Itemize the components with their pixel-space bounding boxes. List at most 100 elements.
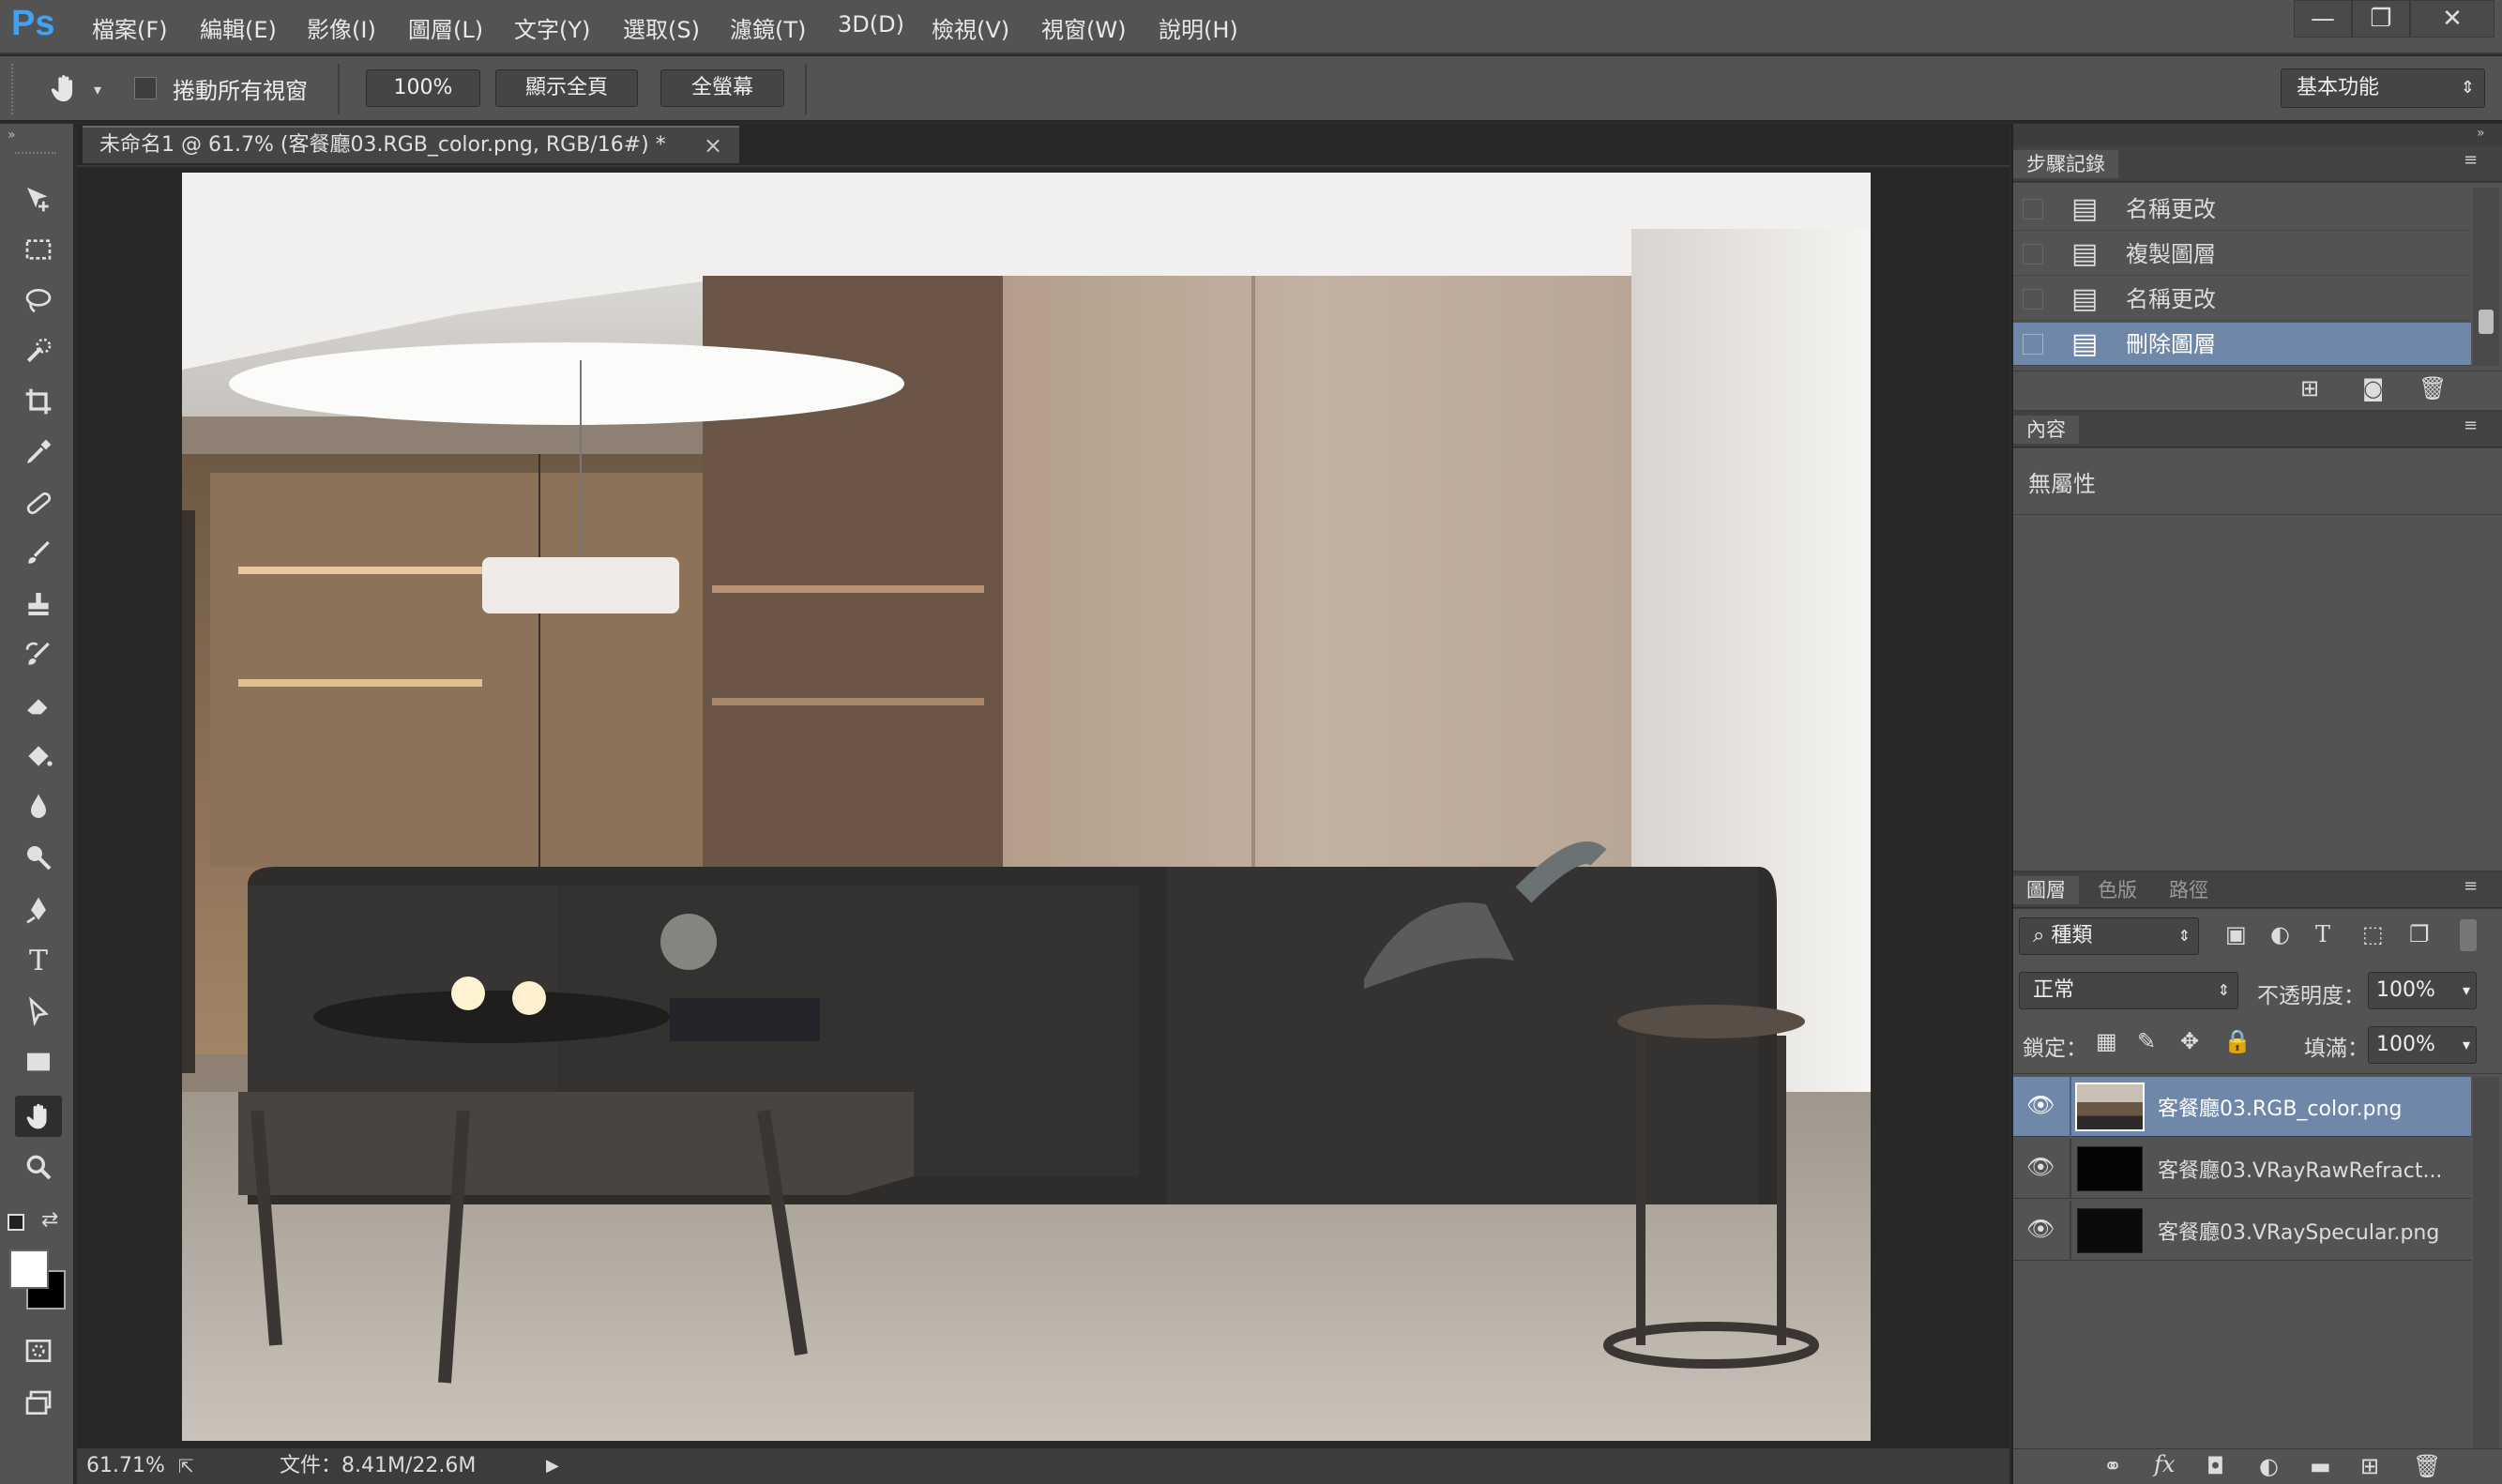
visibility-eye-icon[interactable]: 👁 xyxy=(2026,1154,2055,1180)
link-layers-icon[interactable]: ⚭ xyxy=(2103,1453,2122,1479)
path-selection-tool-icon[interactable] xyxy=(15,991,62,1032)
filter-shape-icon[interactable]: ⬚ xyxy=(2362,921,2384,947)
tab-properties[interactable]: 內容 xyxy=(2013,416,2079,444)
foreground-color-swatch[interactable] xyxy=(9,1249,49,1289)
history-brush-source[interactable] xyxy=(2023,199,2043,220)
blur-tool-icon[interactable] xyxy=(15,786,62,827)
fill-screen-button[interactable]: 全螢幕 xyxy=(660,69,784,107)
hand-tool-icon[interactable] xyxy=(15,1096,62,1137)
history-brush-source[interactable] xyxy=(2023,334,2043,355)
menu-layer[interactable]: 圖層(L) xyxy=(408,11,483,44)
minimize-button[interactable]: — xyxy=(2294,0,2352,38)
filter-toggle-switch[interactable] xyxy=(2460,919,2477,951)
tab-channels[interactable]: 色版 xyxy=(2085,876,2150,904)
layer-name[interactable]: 客餐廳03.VRaySpecular.png xyxy=(2158,1216,2439,1246)
clone-stamp-tool-icon[interactable] xyxy=(15,583,62,625)
layer-row[interactable]: 👁 客餐廳03.VRayRawRefract... xyxy=(2013,1139,2471,1199)
tab-paths[interactable]: 路徑 xyxy=(2156,876,2221,904)
lock-position-icon[interactable]: ✥ xyxy=(2180,1028,2199,1054)
document-canvas[interactable] xyxy=(182,173,1871,1441)
layer-name[interactable]: 客餐廳03.RGB_color.png xyxy=(2158,1092,2402,1122)
lock-transparent-pixels-icon[interactable]: ▦ xyxy=(2096,1028,2117,1054)
move-tool-icon[interactable] xyxy=(15,178,62,220)
menu-select[interactable]: 選取(S) xyxy=(623,11,700,44)
history-brush-source[interactable] xyxy=(2023,289,2043,310)
filter-adjustment-icon[interactable]: ◐ xyxy=(2270,921,2290,947)
default-colors-icon[interactable] xyxy=(8,1214,24,1231)
scroll-thumb[interactable] xyxy=(2479,310,2494,334)
zoom-tool-icon[interactable] xyxy=(15,1146,62,1188)
workspace-select[interactable]: 基本功能 ⇕ xyxy=(2281,68,2485,108)
delete-layer-trash-icon[interactable]: 🗑 xyxy=(2413,1453,2441,1479)
scroll-all-checkbox[interactable] xyxy=(134,77,157,99)
menu-type[interactable]: 文字(Y) xyxy=(514,11,590,44)
history-brush-tool-icon[interactable] xyxy=(15,634,62,675)
crop-tool-icon[interactable] xyxy=(15,381,62,422)
fit-screen-button[interactable]: 顯示全頁 xyxy=(495,69,638,107)
history-item[interactable]: ▤ 複製圖層 xyxy=(2013,233,2471,276)
layer-row[interactable]: 👁 客餐廳03.VRaySpecular.png xyxy=(2013,1201,2471,1261)
panel-menu-icon[interactable]: ≡ xyxy=(2464,416,2478,435)
snapshot-camera-icon[interactable]: ◙ xyxy=(2362,375,2384,401)
type-tool-icon[interactable]: T xyxy=(15,940,62,981)
layer-row-selected[interactable]: 👁 客餐廳03.RGB_color.png xyxy=(2013,1077,2471,1137)
menu-help[interactable]: 說明(H) xyxy=(1159,11,1238,44)
dropdown-arrow-icon[interactable]: ▾ xyxy=(2463,973,2470,1008)
panel-menu-icon[interactable]: ≡ xyxy=(2464,150,2478,170)
opacity-field[interactable]: 100% ▾ xyxy=(2368,972,2477,1009)
status-menu-arrow-icon[interactable]: ▶ xyxy=(546,1448,559,1484)
lock-image-pixels-icon[interactable]: ✎ xyxy=(2137,1028,2156,1054)
menu-filter[interactable]: 濾鏡(T) xyxy=(730,11,806,44)
paint-bucket-tool-icon[interactable] xyxy=(15,735,62,777)
menu-image[interactable]: 影像(I) xyxy=(307,11,376,44)
history-scrollbar[interactable] xyxy=(2473,188,2499,366)
lasso-tool-icon[interactable] xyxy=(15,280,62,321)
eyedropper-tool-icon[interactable] xyxy=(15,432,62,473)
tab-history[interactable]: 步驟記錄 xyxy=(2013,150,2118,178)
brush-tool-icon[interactable] xyxy=(15,533,62,574)
restore-button[interactable]: ❐ xyxy=(2352,0,2410,38)
history-item[interactable]: ▤ 名稱更改 xyxy=(2013,278,2471,321)
collapse-arrows-icon[interactable]: » xyxy=(8,128,16,143)
filter-smart-object-icon[interactable]: ❐ xyxy=(2409,921,2430,947)
visibility-eye-icon[interactable]: 👁 xyxy=(2026,1092,2055,1118)
hand-tool-preset-icon[interactable] xyxy=(38,68,90,109)
dodge-tool-icon[interactable] xyxy=(15,837,62,878)
marquee-tool-icon[interactable] xyxy=(15,229,62,270)
quick-mask-icon[interactable] xyxy=(15,1330,62,1371)
share-icon[interactable]: ⇱ xyxy=(178,1448,194,1484)
tab-layers[interactable]: 圖層 xyxy=(2013,876,2079,904)
add-mask-icon[interactable]: ◘ xyxy=(2206,1453,2224,1479)
trash-icon[interactable]: 🗑 xyxy=(2419,375,2447,401)
lock-all-icon[interactable]: 🔒 xyxy=(2223,1028,2252,1054)
zoom-100-button[interactable]: 100% xyxy=(366,69,480,107)
new-document-from-state-icon[interactable]: ⊞ xyxy=(2300,375,2319,401)
dropdown-arrow-icon[interactable]: ▾ xyxy=(2463,1027,2470,1063)
screen-mode-icon[interactable] xyxy=(15,1383,62,1424)
menu-window[interactable]: 視窗(W) xyxy=(1041,11,1126,44)
fill-field[interactable]: 100% ▾ xyxy=(2368,1026,2477,1064)
collapse-dock-icon[interactable]: » xyxy=(2477,126,2485,141)
history-brush-source[interactable] xyxy=(2023,244,2043,265)
swap-colors-icon[interactable]: ⇄ xyxy=(41,1208,58,1232)
zoom-level[interactable]: 61.71% xyxy=(86,1448,165,1484)
filter-kind-select[interactable]: ⌕ 種類 ⇕ xyxy=(2019,917,2199,955)
new-layer-icon[interactable]: ⊞ xyxy=(2360,1453,2379,1479)
quick-select-tool-icon[interactable] xyxy=(15,330,62,371)
history-item-selected[interactable]: ▤ 刪除圖層 xyxy=(2013,323,2471,366)
filter-pixel-icon[interactable]: ▣ xyxy=(2225,921,2247,947)
close-tab-icon[interactable]: × xyxy=(704,128,722,163)
history-item[interactable]: ▤ 名稱更改 xyxy=(2013,188,2471,231)
pen-tool-icon[interactable] xyxy=(15,889,62,931)
layer-name[interactable]: 客餐廳03.VRayRawRefract... xyxy=(2158,1154,2442,1184)
filter-type-icon[interactable]: T xyxy=(2315,921,2330,947)
visibility-eye-icon[interactable]: 👁 xyxy=(2026,1216,2055,1242)
menu-3d[interactable]: 3D(D) xyxy=(838,11,904,38)
close-window-button[interactable]: ✕ xyxy=(2410,0,2494,38)
preset-dropdown-arrow-icon[interactable]: ▾ xyxy=(94,81,101,98)
adjustment-layer-icon[interactable]: ◐ xyxy=(2259,1453,2279,1479)
panel-menu-icon[interactable]: ≡ xyxy=(2464,876,2478,896)
menu-edit[interactable]: 編輯(E) xyxy=(200,11,277,44)
layers-scrollbar[interactable] xyxy=(2473,1077,2499,1448)
eraser-tool-icon[interactable] xyxy=(15,685,62,726)
